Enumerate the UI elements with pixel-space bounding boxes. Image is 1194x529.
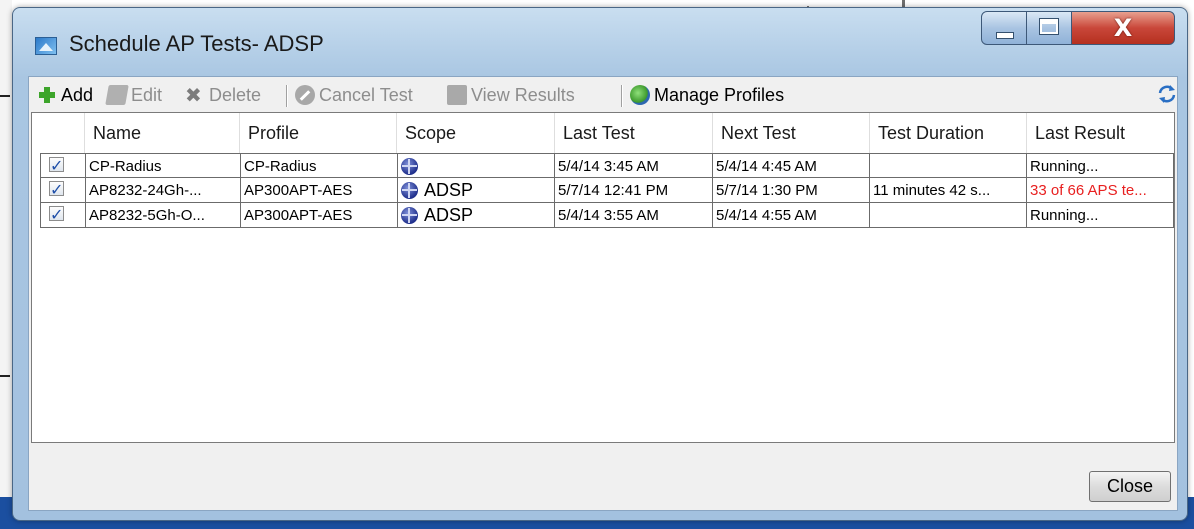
view-results-button[interactable]: View Results bbox=[447, 82, 575, 108]
cell-test-duration bbox=[870, 203, 1027, 228]
cell-last-test: 5/4/14 3:45 AM bbox=[555, 153, 713, 178]
column-header-profile[interactable]: Profile bbox=[240, 113, 397, 153]
column-header-last-test[interactable]: Last Test bbox=[555, 113, 713, 153]
minimize-button[interactable] bbox=[981, 11, 1027, 45]
edit-label: Edit bbox=[131, 84, 163, 105]
cell-name: CP-Radius bbox=[86, 153, 241, 178]
cell-last-result: Running... bbox=[1027, 203, 1174, 228]
cell-profile: AP300APT-AES bbox=[241, 203, 398, 228]
view-results-icon bbox=[447, 85, 467, 105]
add-icon bbox=[37, 85, 57, 105]
dialog-content: Add Edit ✖ Delete Cancel Test View Resul… bbox=[28, 76, 1178, 511]
delete-label: Delete bbox=[209, 84, 262, 105]
minimize-icon bbox=[996, 32, 1014, 39]
cell-scope-text: ADSP bbox=[424, 205, 474, 225]
cell-name: AP8232-5Gh-O... bbox=[86, 203, 241, 228]
cancel-test-label: Cancel Test bbox=[319, 84, 413, 105]
globe-icon bbox=[401, 158, 418, 175]
row-checkbox[interactable] bbox=[49, 154, 64, 177]
window-title: Schedule AP Tests- ADSP bbox=[69, 31, 324, 56]
table-header: Name Profile Scope Last Test Next Test T… bbox=[32, 113, 1174, 153]
delete-icon: ✖ bbox=[185, 83, 202, 107]
cell-last-result: Running... bbox=[1027, 153, 1174, 178]
desktop-background bbox=[0, 0, 12, 529]
table-row[interactable]: AP8232-5Gh-O... AP300APT-AES ADSP 5/4/14… bbox=[32, 203, 1174, 228]
cell-test-duration: 11 minutes 42 s... bbox=[870, 178, 1027, 203]
maximize-icon bbox=[1039, 18, 1059, 35]
column-header-select bbox=[32, 113, 85, 153]
window-close-button[interactable]: X bbox=[1071, 11, 1175, 45]
cell-next-test: 5/7/14 1:30 PM bbox=[713, 178, 870, 203]
close-button[interactable]: Close bbox=[1089, 471, 1171, 502]
cell-last-test: 5/7/14 12:41 PM bbox=[555, 178, 713, 203]
app-icon bbox=[35, 37, 57, 55]
cell-next-test: 5/4/14 4:55 AM bbox=[713, 203, 870, 228]
row-checkbox[interactable] bbox=[49, 178, 64, 202]
globe-icon bbox=[401, 182, 418, 199]
cell-scope: ADSP bbox=[398, 203, 555, 228]
cell-name: AP8232-24Gh-... bbox=[86, 178, 241, 203]
toolbar: Add Edit ✖ Delete Cancel Test View Resul… bbox=[37, 82, 1176, 108]
globe-icon bbox=[401, 207, 418, 224]
row-checkbox[interactable] bbox=[49, 203, 64, 227]
schedule-ap-tests-dialog: Schedule AP Tests- ADSP X Add Edit ✖ Del… bbox=[12, 7, 1188, 521]
cell-last-test: 5/4/14 3:55 AM bbox=[555, 203, 713, 228]
view-results-label: View Results bbox=[471, 84, 575, 105]
close-icon: X bbox=[1113, 14, 1133, 42]
maximize-button[interactable] bbox=[1026, 11, 1072, 45]
cell-last-result: 33 of 66 APS te... bbox=[1027, 178, 1174, 203]
desktop-mark bbox=[0, 375, 10, 377]
cell-scope: ADSP bbox=[398, 178, 555, 203]
add-label: Add bbox=[61, 84, 94, 105]
cancel-test-button[interactable]: Cancel Test bbox=[295, 82, 413, 108]
edit-icon bbox=[105, 85, 129, 105]
toolbar-separator bbox=[286, 85, 288, 107]
manage-profiles-button[interactable]: Manage Profiles bbox=[630, 82, 784, 108]
column-header-test-duration[interactable]: Test Duration bbox=[870, 113, 1027, 153]
delete-button[interactable]: ✖ Delete bbox=[185, 82, 261, 108]
edit-button[interactable]: Edit bbox=[105, 82, 163, 108]
desktop-mark bbox=[0, 95, 10, 97]
cancel-icon bbox=[295, 85, 315, 105]
cell-next-test: 5/4/14 4:45 AM bbox=[713, 153, 870, 178]
column-header-last-result[interactable]: Last Result bbox=[1027, 113, 1174, 153]
cell-profile: CP-Radius bbox=[241, 153, 398, 178]
tests-table: Name Profile Scope Last Test Next Test T… bbox=[31, 112, 1175, 443]
add-button[interactable]: Add bbox=[37, 82, 93, 108]
row-checkbox-cell bbox=[40, 178, 86, 203]
cell-test-duration bbox=[870, 153, 1027, 178]
table-row[interactable]: AP8232-24Gh-... AP300APT-AES ADSP 5/7/14… bbox=[32, 178, 1174, 203]
column-header-scope[interactable]: Scope bbox=[397, 113, 555, 153]
toolbar-separator bbox=[621, 85, 623, 107]
manage-profiles-label: Manage Profiles bbox=[654, 84, 785, 105]
row-checkbox-cell bbox=[40, 153, 86, 178]
table-row[interactable]: CP-Radius CP-Radius 5/4/14 3:45 AM 5/4/1… bbox=[32, 153, 1174, 178]
row-checkbox-cell bbox=[40, 203, 86, 228]
column-header-next-test[interactable]: Next Test bbox=[713, 113, 870, 153]
manage-profiles-icon bbox=[630, 85, 650, 105]
cell-profile: AP300APT-AES bbox=[241, 178, 398, 203]
cell-scope bbox=[398, 153, 555, 178]
refresh-icon[interactable] bbox=[1157, 84, 1177, 104]
column-header-name[interactable]: Name bbox=[85, 113, 240, 153]
cell-scope-text: ADSP bbox=[424, 180, 474, 200]
